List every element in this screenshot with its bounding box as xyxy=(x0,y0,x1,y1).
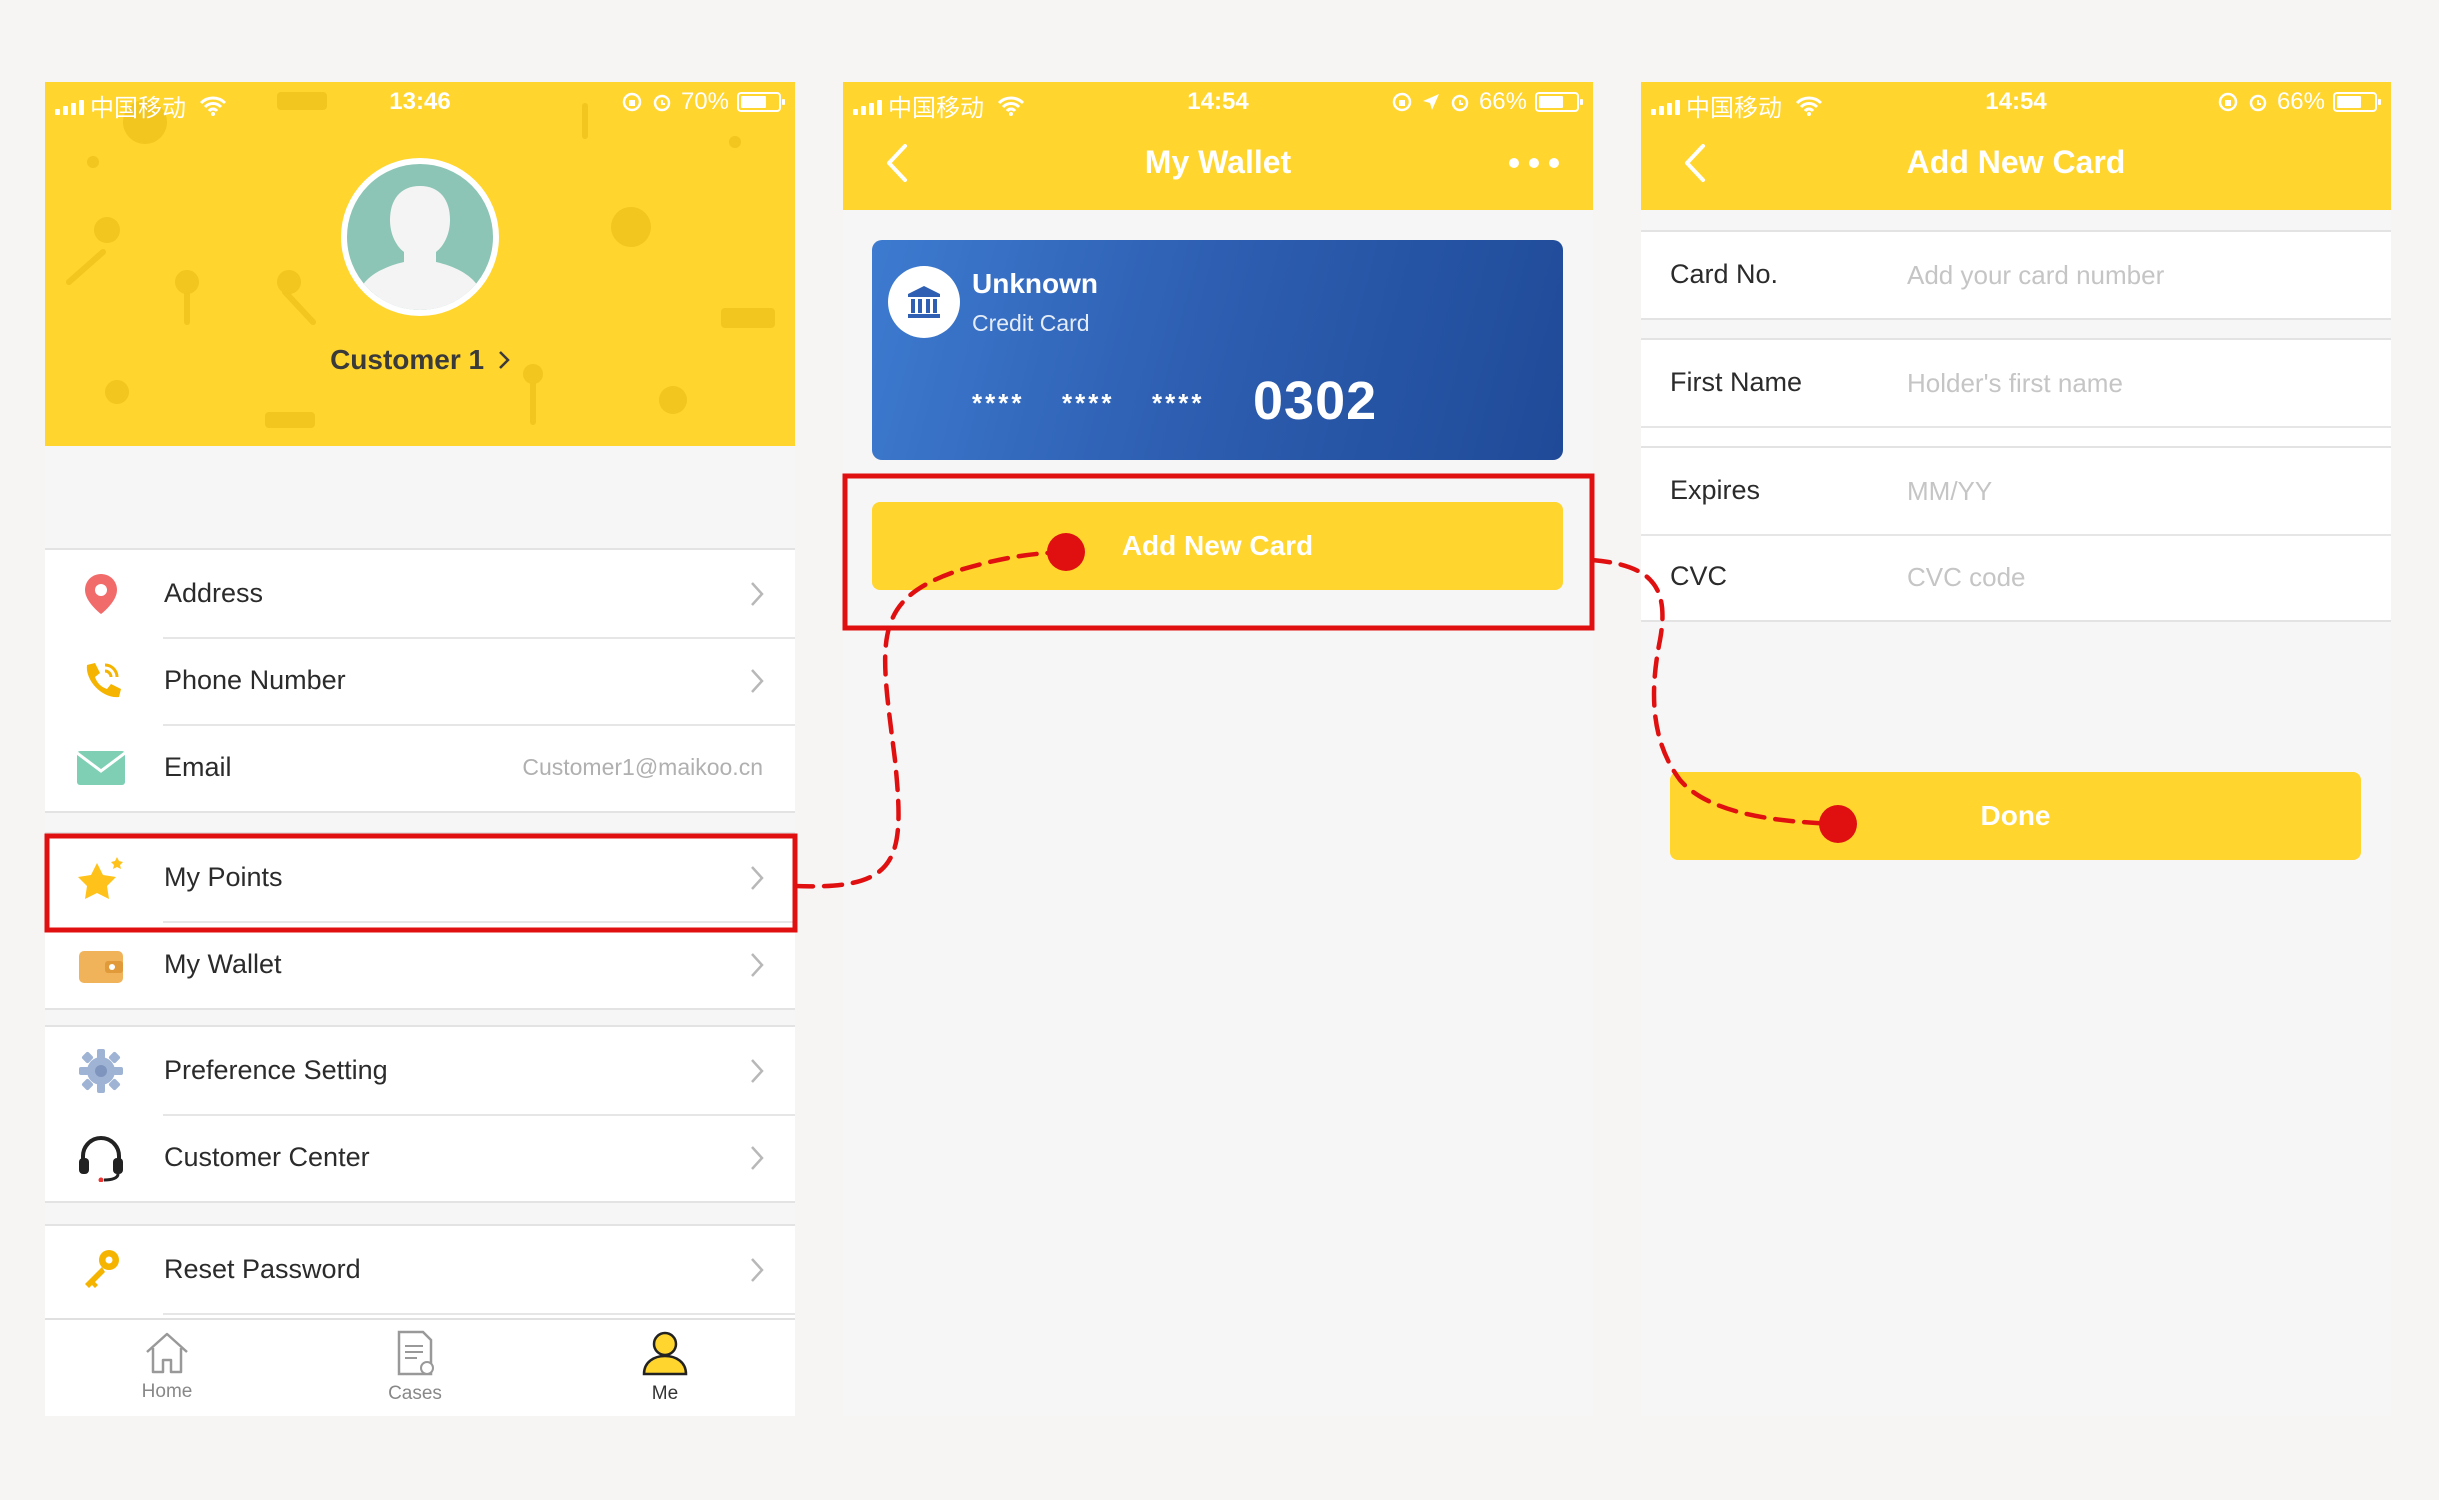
tab-me[interactable]: Me xyxy=(605,1330,725,1405)
menu-item-reset-password[interactable]: Reset Password xyxy=(45,1226,795,1313)
location-arrow-icon xyxy=(1422,94,1439,110)
person-silhouette-icon xyxy=(362,186,478,310)
me-screen: Customer 1 中国移动 13:46 70% Address Phone N… xyxy=(45,82,795,1416)
home-icon xyxy=(143,1332,191,1378)
chevron-right-icon xyxy=(499,351,510,369)
bank-icon xyxy=(888,266,960,338)
chevron-right-icon xyxy=(749,667,765,695)
form-group: Card No. xyxy=(1641,230,2391,320)
tab-home[interactable]: Home xyxy=(107,1330,227,1403)
location-pin-icon xyxy=(77,570,125,618)
rotation-lock-icon xyxy=(622,92,642,112)
menu-item-label: Preference Setting xyxy=(164,1055,388,1085)
tab-label: Home xyxy=(141,1381,193,1402)
card-last-four: 0302 xyxy=(1253,371,1378,431)
page-title: My Wallet xyxy=(1144,144,1292,180)
menu-item-label: Phone Number xyxy=(164,665,346,695)
expires-input[interactable] xyxy=(1907,468,2357,514)
rotation-lock-icon xyxy=(2218,92,2238,112)
form-row-expires: Expires xyxy=(1641,448,2391,534)
gear-icon xyxy=(77,1047,125,1095)
battery-icon xyxy=(1535,92,1583,112)
menu-item-label: My Wallet xyxy=(164,949,282,979)
page-title: Add New Card xyxy=(1906,144,2126,180)
menu-item-email[interactable]: Email Customer1@maikoo.cn xyxy=(45,724,795,811)
status-bar: 中国移动 13:46 70% xyxy=(45,82,795,122)
tab-label: Cases xyxy=(388,1383,442,1404)
tab-bar: Home Cases Me xyxy=(45,1318,795,1416)
chevron-right-icon xyxy=(749,951,765,979)
form-row-cvc: CVC xyxy=(1641,534,2391,620)
menu-group: Address Phone Number Email Customer1@maikoo… xyxy=(45,548,795,813)
menu-item-phone-number[interactable]: Phone Number xyxy=(45,637,795,724)
battery-percent: 70% xyxy=(680,88,729,115)
card-type: Credit Card xyxy=(972,310,1090,336)
customer-name-link[interactable]: Customer 1 xyxy=(45,344,795,376)
battery-icon xyxy=(737,92,785,112)
first-name-input[interactable] xyxy=(1907,360,2357,406)
field-label: Card No. xyxy=(1670,259,1779,289)
wallet-icon xyxy=(77,941,125,989)
tab-cases[interactable]: Cases xyxy=(355,1330,475,1405)
menu-item-address[interactable]: Address xyxy=(45,550,795,637)
menu-item-label: Reset Password xyxy=(164,1254,361,1284)
tab-label: Me xyxy=(651,1383,679,1404)
chevron-right-icon xyxy=(749,580,765,608)
alarm-icon xyxy=(1451,94,1469,112)
status-bar: 中国移动 14:54 66% xyxy=(843,82,1593,122)
credit-card[interactable]: Unknown Credit Card **** **** **** 0302 xyxy=(872,240,1563,460)
document-icon xyxy=(393,1330,437,1380)
field-label: CVC xyxy=(1670,561,1728,591)
menu-item-label: My Points xyxy=(164,862,283,892)
alarm-icon xyxy=(2249,94,2267,112)
person-icon xyxy=(641,1331,689,1380)
chevron-right-icon xyxy=(749,864,765,892)
cvc-input[interactable] xyxy=(1907,554,2357,600)
star-icon xyxy=(77,854,125,902)
key-icon xyxy=(77,1246,125,1294)
wallet-screen: My Wallet 中国移动 14:54 66% Unknown Credit … xyxy=(843,82,1593,1416)
status-bar: 中国移动 14:54 66% xyxy=(1641,82,2391,122)
chevron-right-icon xyxy=(749,1144,765,1172)
menu-item-preference-setting[interactable]: Preference Setting xyxy=(45,1027,795,1114)
avatar[interactable] xyxy=(341,158,499,316)
profile-header: Customer 1 xyxy=(45,82,795,446)
form-row-card-no: Card No. xyxy=(1641,232,2391,318)
field-label: First Name xyxy=(1670,367,1803,397)
alarm-icon xyxy=(653,94,671,112)
done-button[interactable]: Done xyxy=(1670,772,2361,860)
card-mask: **** xyxy=(1152,388,1205,418)
menu-group: My Points My Wallet xyxy=(45,832,795,1010)
form-row-first-name: First Name xyxy=(1641,340,2391,426)
envelope-icon xyxy=(77,744,125,792)
battery-percent: 66% xyxy=(1478,88,1527,115)
customer-name: Customer 1 xyxy=(330,344,485,375)
field-label: Expires xyxy=(1670,475,1761,505)
menu-item-label: Address xyxy=(164,578,264,608)
phone-icon xyxy=(77,657,125,705)
rotation-lock-icon xyxy=(1392,92,1412,112)
menu-item-value: Customer1@maikoo.cn xyxy=(522,754,763,780)
menu-item-label: Email xyxy=(164,752,232,782)
menu-item-my-wallet[interactable]: My Wallet xyxy=(45,921,795,1008)
chevron-right-icon xyxy=(749,1256,765,1284)
add-card-screen: Add New Card 中国移动 14:54 66% Card No. Firs… xyxy=(1641,82,2391,1416)
menu-item-label: Customer Center xyxy=(164,1142,370,1172)
card-no-input[interactable] xyxy=(1907,252,2357,298)
form-group: Expires CVC xyxy=(1641,446,2391,622)
battery-percent: 66% xyxy=(2276,88,2325,115)
menu-group: Preference Setting Customer Center xyxy=(45,1025,795,1203)
add-new-card-button[interactable]: Add New Card xyxy=(872,502,1563,590)
battery-icon xyxy=(2333,92,2381,112)
card-mask: **** xyxy=(972,388,1025,418)
menu-item-my-points[interactable]: My Points xyxy=(45,834,795,921)
headset-icon xyxy=(77,1134,125,1182)
chevron-right-icon xyxy=(749,1057,765,1085)
menu-item-customer-center[interactable]: Customer Center xyxy=(45,1114,795,1201)
card-bank-name: Unknown xyxy=(972,268,1098,299)
more-options-icon[interactable] xyxy=(1509,158,1559,168)
card-mask: **** xyxy=(1062,388,1115,418)
